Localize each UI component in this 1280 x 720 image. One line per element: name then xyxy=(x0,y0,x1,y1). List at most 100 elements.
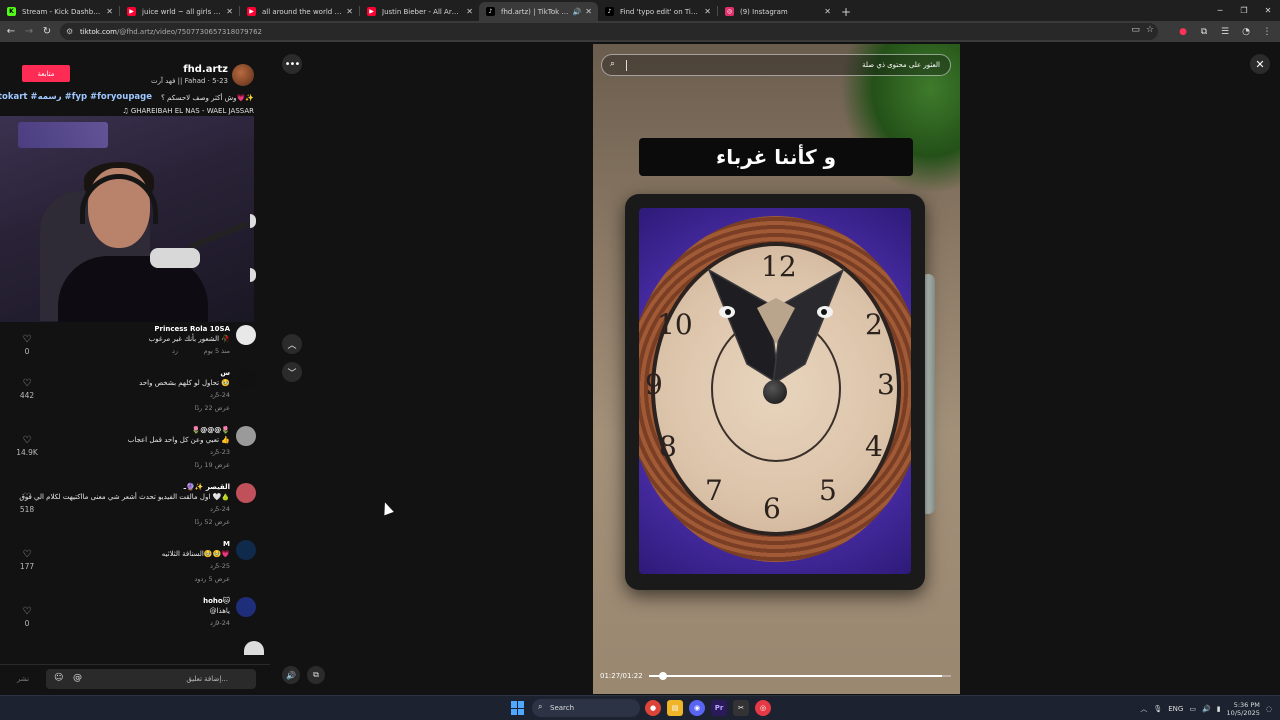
related-search-bar[interactable]: ⌕ العثور على محتوى ذي صلة xyxy=(601,54,951,76)
forward-icon[interactable]: → xyxy=(20,23,38,41)
tab-tiktok-typo-edit[interactable]: ♪ Find 'typo edit' on TikTok | TikTok ✕ xyxy=(598,2,717,21)
post-comment-button[interactable]: نشر xyxy=(17,675,29,683)
bookmark-star-icon[interactable]: ☆ xyxy=(1146,25,1154,35)
comment-username[interactable]: Princess Rola 10SA xyxy=(154,325,230,333)
comment-avatar[interactable] xyxy=(236,597,256,617)
close-tab-icon[interactable]: ✕ xyxy=(226,7,233,16)
tray-overflow-icon[interactable]: ︿ xyxy=(1140,704,1147,714)
emoji-icon[interactable]: ☺ xyxy=(54,673,63,683)
cast-icon[interactable]: ▭ xyxy=(1131,25,1140,35)
comment-reply-link[interactable]: رد xyxy=(210,391,216,399)
file-explorer-icon[interactable]: ▤ xyxy=(667,700,683,716)
system-clock[interactable]: 5:36 PM 10/5/2025 xyxy=(1227,701,1260,717)
tab-all-around-the-world[interactable]: ▶ all around the world justin bieber ✕ xyxy=(240,2,359,21)
chrome-icon[interactable]: ● xyxy=(645,700,661,716)
author-name[interactable]: fhd.artz xyxy=(183,64,228,75)
keyboard-language[interactable]: ENG xyxy=(1168,705,1183,713)
close-tab-icon[interactable]: ✕ xyxy=(106,7,113,16)
premiere-pro-icon[interactable]: Pr xyxy=(711,700,727,716)
obs-icon[interactable]: ◎ xyxy=(755,700,771,716)
view-replies-link[interactable]: عرض 52 ردًا xyxy=(194,518,230,526)
taskbar-search[interactable]: ⌕ Search xyxy=(532,699,640,717)
comment-reply-link[interactable]: رد xyxy=(210,448,216,456)
video-progress-fill xyxy=(649,675,942,677)
comment-reply-link[interactable]: رد xyxy=(210,505,216,513)
discord-icon[interactable]: ◉ xyxy=(689,700,705,716)
mention-icon[interactable]: @ xyxy=(73,673,82,683)
profile-icon[interactable]: ◔ xyxy=(1237,23,1255,41)
minimize-icon[interactable]: ─ xyxy=(1208,0,1232,21)
speaker-icon[interactable]: 🔊 xyxy=(573,8,582,16)
battery-icon[interactable]: ▮ xyxy=(1217,705,1221,713)
comment-username[interactable]: 🌷@@@🌷 xyxy=(192,426,230,434)
comment-like[interactable]: ♡ 177 xyxy=(14,550,40,572)
tab-title: Find 'typo edit' on TikTok | TikTok xyxy=(620,7,700,16)
video-hashtags[interactable]: #tiktokart #رسمه #fyp #foryoupage xyxy=(0,92,152,102)
reload-icon[interactable]: ↻ xyxy=(38,23,56,41)
tray-mic-icon[interactable]: 🎙 xyxy=(1153,705,1162,713)
site-info-icon[interactable]: ⚙ xyxy=(66,27,73,36)
volume-button[interactable]: 🔊 xyxy=(282,666,300,684)
close-tab-icon[interactable]: ✕ xyxy=(704,7,711,16)
floating-player-button[interactable]: ⧉ xyxy=(307,666,325,684)
video-progress-bar[interactable] xyxy=(649,672,951,680)
comment-like[interactable]: ♡ 0 xyxy=(14,335,40,357)
tab-kick-dashboard[interactable]: K Stream - Kick Dashboard ✕ xyxy=(0,2,119,21)
comment-avatar[interactable] xyxy=(236,369,256,389)
comment-username[interactable]: hoho🐱 xyxy=(203,597,230,605)
previous-video-button[interactable]: ︿ xyxy=(282,334,302,354)
tab-tiktok-fhd-artz[interactable]: ♪ fhd.artz) | TikTok || فهد آرت 🔊 ✕ xyxy=(479,2,598,21)
comment-like[interactable]: ♡ 518 xyxy=(14,493,40,515)
sidebar-icon[interactable]: ☰ xyxy=(1216,23,1234,41)
comment-avatar[interactable] xyxy=(236,325,256,345)
close-video-button[interactable]: ✕ xyxy=(1250,54,1270,74)
windows-start-icon[interactable] xyxy=(511,701,525,715)
author-avatar[interactable] xyxy=(232,64,254,86)
comment-reply-link[interactable]: رد xyxy=(172,347,178,355)
comment-avatar[interactable] xyxy=(244,641,264,655)
back-icon[interactable]: ← xyxy=(2,23,20,41)
close-window-icon[interactable]: ✕ xyxy=(1256,0,1280,21)
close-tab-icon[interactable]: ✕ xyxy=(824,7,831,16)
comment-username[interactable]: س xyxy=(220,369,230,377)
comment-input[interactable]: ☺ @ إضافة تعليق... xyxy=(46,669,256,689)
comment-username[interactable]: M xyxy=(223,540,230,548)
view-replies-link[interactable]: عرض 5 ردود xyxy=(194,575,230,583)
capcut-icon[interactable]: ✂ xyxy=(733,700,749,716)
more-options-button[interactable]: ••• xyxy=(282,54,302,74)
music-title[interactable]: ♫ GHAREIBAH EL NAS - WAEL JASSAR xyxy=(122,107,254,115)
volume-icon[interactable]: 🔊 xyxy=(1202,705,1211,713)
close-tab-icon[interactable]: ✕ xyxy=(585,7,592,16)
comment-avatar[interactable] xyxy=(236,483,256,503)
comment-like[interactable]: ♡ 14.9K xyxy=(14,436,40,458)
tab-instagram[interactable]: ◎ (9) Instagram ✕ xyxy=(718,2,837,21)
network-icon[interactable]: ▭ xyxy=(1189,705,1196,713)
notifications-icon[interactable]: ◌ xyxy=(1266,705,1272,713)
comment-reply-link[interactable]: رد xyxy=(210,562,216,570)
tab-juice-wrld[interactable]: ▶ juice wrld ~ all girls are the same ✕ xyxy=(120,2,239,21)
tab-title: Stream - Kick Dashboard xyxy=(22,7,103,16)
follow-button[interactable]: متابعة xyxy=(22,65,70,82)
comment-username[interactable]: القيصر ✨🔮ـ xyxy=(184,483,230,491)
address-bar[interactable]: ⚙ tiktok.com/@fhd.artz/video/75077306573… xyxy=(60,23,1158,40)
comment-avatar[interactable] xyxy=(236,426,256,446)
view-replies-link[interactable]: عرض 22 ردًا xyxy=(194,404,230,412)
comment-like[interactable]: ♡ 442 xyxy=(14,379,40,401)
extensions-puzzle-icon[interactable]: ⧉ xyxy=(1195,23,1213,41)
next-video-button[interactable]: ﹀ xyxy=(282,362,302,382)
close-tab-icon[interactable]: ✕ xyxy=(466,7,473,16)
view-replies-link[interactable]: عرض 19 ردًا xyxy=(194,461,230,469)
extension-red-icon[interactable]: ● xyxy=(1174,23,1192,41)
video-player[interactable]: ⌕ العثور على محتوى ذي صلة و كأننا غرباء … xyxy=(593,44,960,694)
comment-avatar[interactable] xyxy=(236,540,256,560)
close-tab-icon[interactable]: ✕ xyxy=(346,7,353,16)
comment-reply-link[interactable]: رد xyxy=(210,619,216,627)
comment-like[interactable]: ♡ 0 xyxy=(14,607,40,629)
comment-input-placeholder: إضافة تعليق... xyxy=(186,675,228,683)
tab-justin-bieber[interactable]: ▶ Justin Bieber - All Around The World ✕ xyxy=(360,2,479,21)
menu-kebab-icon[interactable]: ⋮ xyxy=(1258,23,1276,41)
new-tab-button[interactable]: + xyxy=(837,2,855,21)
maximize-icon[interactable]: ❐ xyxy=(1232,0,1256,21)
video-progress-knob[interactable] xyxy=(659,672,667,680)
tab-title: juice wrld ~ all girls are the same xyxy=(142,7,222,16)
